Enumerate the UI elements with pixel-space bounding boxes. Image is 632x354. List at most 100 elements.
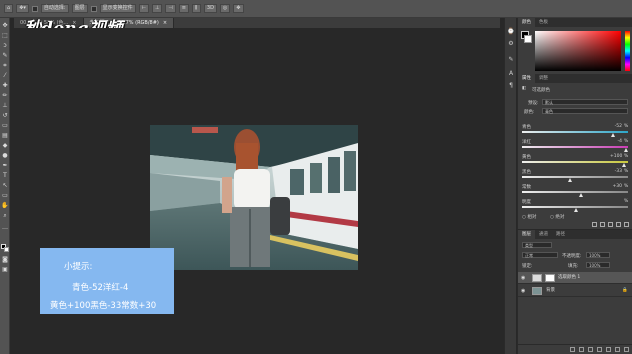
eye-icon[interactable]: ◉	[521, 285, 525, 297]
slider-track[interactable]	[522, 161, 628, 163]
link-layers-icon[interactable]	[570, 347, 575, 352]
dodge-tool-icon[interactable]: ●	[1, 152, 9, 160]
eye-icon[interactable]: ◉	[521, 272, 525, 284]
visibility-icon[interactable]	[616, 222, 621, 227]
eyedropper-tool-icon[interactable]: ⁄	[1, 72, 9, 80]
layer-style-icon[interactable]	[579, 347, 584, 352]
path-select-tool-icon[interactable]: ↖	[1, 182, 9, 190]
stamp-tool-icon[interactable]: ⊥	[1, 102, 9, 110]
new-adjustment-icon[interactable]	[597, 347, 602, 352]
slider-percent: %	[624, 169, 629, 174]
slider-label: 黑色	[522, 170, 531, 175]
layer-filter-dropdown[interactable]: 类型	[522, 242, 552, 248]
close-tab-icon[interactable]: ×	[163, 20, 167, 26]
hand-tool-icon[interactable]: ✋	[1, 202, 9, 210]
delete-icon[interactable]	[624, 222, 629, 227]
brush-tool-icon[interactable]: ✏	[1, 92, 9, 100]
marquee-tool-icon[interactable]: ⬚	[1, 32, 9, 40]
colors-dropdown[interactable]: 青色	[542, 108, 628, 114]
tab-paths[interactable]: 路径	[552, 230, 569, 239]
healing-tool-icon[interactable]: ✚	[1, 82, 9, 90]
crop-tool-icon[interactable]: ⌗	[1, 62, 9, 70]
slider-value-input[interactable]: +100	[610, 154, 622, 159]
orbit-icon[interactable]: ◎	[219, 4, 231, 13]
blur-tool-icon[interactable]: ◆	[1, 142, 9, 150]
paragraph-icon[interactable]: ¶	[507, 82, 515, 90]
tab-swatches[interactable]: 色板	[535, 18, 552, 27]
background-color-swatch[interactable]	[4, 247, 9, 252]
layer-row-adjustment[interactable]: ◉ 选取颜色 1	[518, 272, 632, 284]
auto-select-checkbox[interactable]	[31, 5, 38, 12]
tab-color[interactable]: 颜色	[518, 18, 535, 27]
screen-mode-icon[interactable]: ▣	[1, 266, 9, 274]
slider-track[interactable]	[522, 176, 628, 178]
background-color-swatch[interactable]	[524, 35, 532, 43]
quick-select-tool-icon[interactable]: ✎	[1, 52, 9, 60]
align-center-icon[interactable]: ⊥	[151, 4, 163, 13]
layers-panel-tabs: 图层 通道 路径	[518, 230, 632, 239]
slider-thumb[interactable]	[567, 178, 572, 182]
properties-panel: 属性 调整 可选颜色 ◧ 预设: 默认 颜色: 青色 青色 -52% 洋红 -4% 黄色…	[517, 74, 632, 229]
type-tool-icon[interactable]: T	[1, 172, 9, 180]
eraser-tool-icon[interactable]: ▭	[1, 122, 9, 130]
selective-color-icon: ◧	[522, 86, 527, 91]
slider-track[interactable]	[522, 191, 628, 193]
brush-settings-icon[interactable]: ✎	[507, 56, 515, 64]
slider-value-input[interactable]: -33	[610, 169, 622, 174]
slider-thumb[interactable]	[579, 193, 584, 197]
auto-select-dropdown[interactable]: 图层	[71, 4, 88, 13]
tip-line-2: 黄色+100黑色-33常数+30	[50, 301, 157, 311]
add-mask-icon[interactable]	[588, 347, 593, 352]
distribute-icon[interactable]: ≡	[178, 4, 189, 13]
character-icon[interactable]: A	[507, 70, 515, 78]
lasso-tool-icon[interactable]: ↄ	[1, 42, 9, 50]
slider-thumb[interactable]	[611, 133, 616, 137]
home-button[interactable]: ⌂	[4, 4, 14, 13]
distribute-icon-2[interactable]: ⫼	[191, 4, 201, 13]
move-tool-icon[interactable]: ✥	[1, 22, 9, 30]
slider-thumb[interactable]	[621, 163, 626, 167]
lock-icon: 🔒	[622, 288, 628, 293]
history-icon[interactable]: ⌚	[507, 28, 515, 36]
new-group-icon[interactable]	[606, 347, 611, 352]
tab-layers[interactable]: 图层	[518, 230, 535, 239]
slider-track[interactable]	[522, 146, 628, 148]
transform-checkbox[interactable]	[90, 5, 97, 12]
document-image[interactable]	[150, 125, 358, 270]
blend-mode-dropdown[interactable]: 正常	[522, 252, 558, 258]
more-tools-icon[interactable]: …	[1, 224, 9, 232]
slider-value-input[interactable]: -4	[610, 139, 623, 144]
quick-mask-icon[interactable]: ◙	[1, 256, 9, 264]
zoom-tool-icon[interactable]: ⌕	[1, 212, 9, 220]
tab-properties[interactable]: 属性	[518, 74, 535, 83]
move-tool-preset[interactable]: ✥▾	[16, 4, 29, 13]
reset-icon[interactable]	[608, 222, 613, 227]
trash-icon[interactable]	[624, 347, 629, 352]
preset-dropdown[interactable]: 默认	[542, 99, 628, 105]
tab-adjustments[interactable]: 调整	[535, 74, 552, 83]
align-right-icon[interactable]: ⊣	[165, 4, 176, 13]
layer-mask-thumb[interactable]	[545, 274, 555, 282]
slider-thumb[interactable]	[623, 148, 628, 152]
view-previous-icon[interactable]	[600, 222, 605, 227]
shape-tool-icon[interactable]: ▭	[1, 192, 9, 200]
properties-title: 可选颜色	[532, 88, 550, 93]
slider-value-input[interactable]: +30	[610, 184, 623, 189]
new-layer-icon[interactable]	[615, 347, 620, 352]
3d-mode-icon[interactable]: 3D	[203, 4, 217, 13]
clip-layer-icon[interactable]	[592, 222, 597, 227]
properties-icon[interactable]: ⚙	[507, 40, 515, 48]
align-left-icon[interactable]: ⊢	[138, 4, 149, 13]
layer-row-background[interactable]: ◉ 背景 🔒	[518, 285, 632, 297]
gradient-tool-icon[interactable]: ▤	[1, 132, 9, 140]
fill-input[interactable]: 100%	[586, 262, 610, 268]
color-picker-field[interactable]	[535, 31, 621, 71]
pen-tool-icon[interactable]: ✒	[1, 162, 9, 170]
slider-thumb[interactable]	[574, 208, 578, 212]
history-brush-tool-icon[interactable]: ↺	[1, 112, 9, 120]
pan-icon[interactable]: ✥	[233, 4, 244, 13]
hue-slider[interactable]	[625, 31, 630, 71]
tab-channels[interactable]: 通道	[535, 230, 552, 239]
slider-value-input[interactable]: -52	[610, 124, 622, 129]
opacity-input[interactable]: 100%	[586, 252, 610, 258]
